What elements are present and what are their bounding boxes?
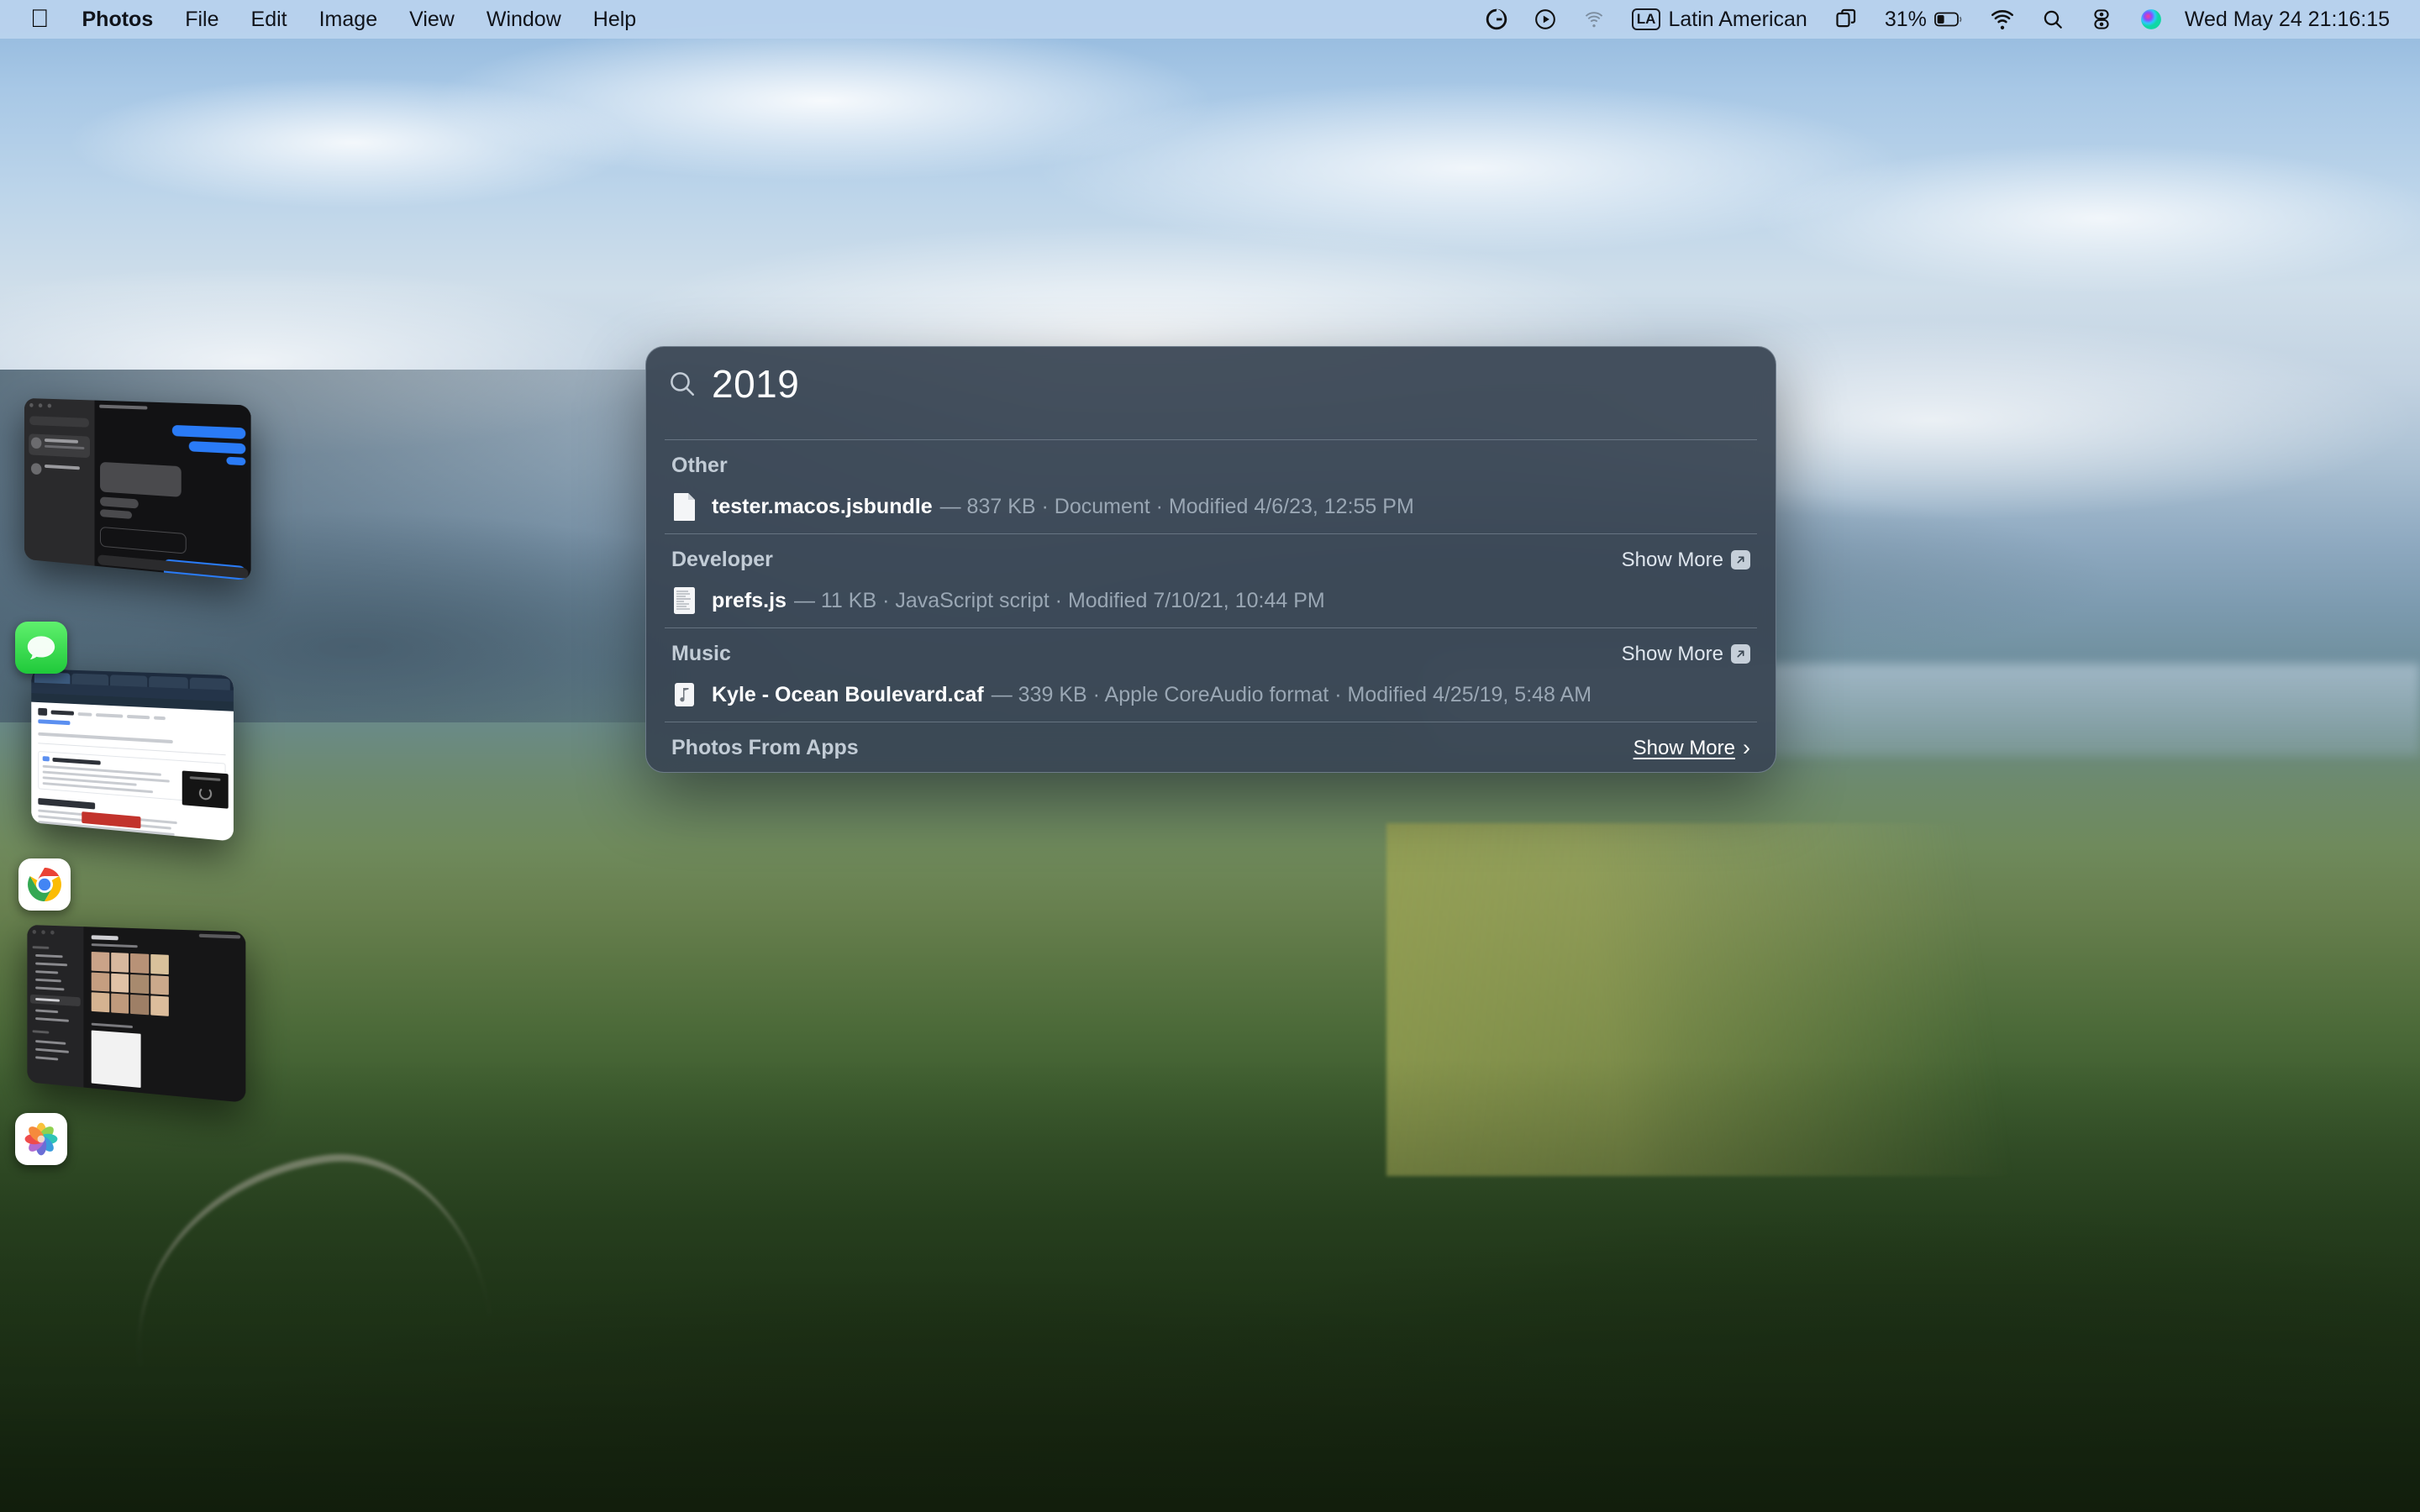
messages-conversation xyxy=(94,400,251,581)
photos-app-icon[interactable] xyxy=(15,1113,67,1165)
battery-percent-label: 31% xyxy=(1884,7,1927,31)
menu-item-image[interactable]: Image xyxy=(303,5,393,34)
siri-icon[interactable] xyxy=(2126,8,2176,31)
result-file-meta: — 339 KB · Apple CoreAudio format · Modi… xyxy=(991,682,1592,706)
menu-bar-app-menus:  Photos File Edit Image View Window Hel… xyxy=(18,5,652,34)
input-source-label: Latin American xyxy=(1668,7,1807,31)
section-header-photos-from-apps: Photos From Apps Show More › xyxy=(646,722,1776,769)
spotlight-search-input[interactable]: 2019 xyxy=(712,365,799,403)
play-circle-icon[interactable] xyxy=(1521,8,1570,30)
window-preview-photos[interactable] xyxy=(27,924,246,1103)
apple-menu-icon[interactable]:  xyxy=(18,7,66,32)
battery-status[interactable]: 31% xyxy=(1871,8,1976,32)
spotlight-search-row[interactable]: 2019 xyxy=(646,347,1776,421)
section-header-other: Other xyxy=(646,440,1776,486)
result-row-kyle-ocean-boulevard[interactable]: Kyle - Ocean Boulevard.caf — 339 KB · Ap… xyxy=(646,675,1776,722)
chevron-right-icon: › xyxy=(1743,735,1750,760)
result-row-prefs-js[interactable]: prefs.js — 11 KB · JavaScript script · M… xyxy=(646,580,1776,627)
search-icon xyxy=(671,372,695,396)
menu-item-view[interactable]: View xyxy=(393,5,471,34)
window-preview-chrome[interactable] xyxy=(31,669,234,842)
menu-item-file[interactable]: File xyxy=(169,5,234,34)
result-file-meta: — 11 KB · JavaScript script · Modified 7… xyxy=(793,588,1325,612)
audio-file-icon xyxy=(671,680,697,710)
input-source-indicator[interactable]: LA Latin American xyxy=(1618,8,1821,32)
section-header-music: Music Show More xyxy=(646,628,1776,675)
menu-bar-status-items: LA Latin American 31% Wed May 24 21:16:1… xyxy=(1472,8,2402,32)
airplay-audio-icon[interactable] xyxy=(1570,8,1618,30)
chrome-app-icon[interactable] xyxy=(18,858,71,911)
text-caret xyxy=(799,365,801,402)
spotlight-search-panel: 2019 Untitled — 1 KB · Document · Modifi… xyxy=(645,346,1776,773)
section-title: Developer xyxy=(671,548,773,571)
menu-item-window[interactable]: Window xyxy=(471,5,577,34)
menu-item-edit[interactable]: Edit xyxy=(235,5,303,34)
show-more-label: Show More xyxy=(1621,548,1723,571)
show-more-music[interactable]: Show More xyxy=(1622,643,1750,666)
photos-main-area xyxy=(83,927,246,1103)
messages-sidebar xyxy=(24,397,96,566)
spotlight-results-list[interactable]: Untitled — 1 KB · Document · Modified 1/… xyxy=(646,421,1776,772)
arrow-up-right-badge-icon xyxy=(1731,644,1750,664)
result-file-name: tester.macos.jsbundle xyxy=(712,494,933,518)
menu-item-photos[interactable]: Photos xyxy=(66,5,170,34)
section-header-developer: Developer Show More xyxy=(646,534,1776,580)
arrow-up-right-badge-icon xyxy=(1731,550,1750,570)
spotlight-search-icon[interactable] xyxy=(2028,8,2077,30)
desktop-screen:  Photos File Edit Image View Window Hel… xyxy=(0,0,2420,1512)
photos-sidebar xyxy=(27,924,85,1088)
result-file-meta: — 837 KB · Document · Modified 4/6/23, 1… xyxy=(939,494,1414,518)
control-center-icon[interactable] xyxy=(2077,8,2126,30)
show-more-label: Show More xyxy=(1633,736,1735,759)
photo-thumbnail-strip[interactable]: FACULTAD DE DERECHO TRICENTENARIA UNIVER… xyxy=(646,769,1776,772)
window-preview-messages[interactable] xyxy=(24,397,251,581)
wifi-icon[interactable] xyxy=(1976,9,2028,29)
menu-item-help[interactable]: Help xyxy=(577,5,652,34)
keyboard-layout-badge: LA xyxy=(1631,8,1661,30)
grammarly-icon[interactable] xyxy=(1472,8,1521,30)
messages-app-icon[interactable] xyxy=(15,622,67,674)
battery-icon xyxy=(1933,12,1962,27)
section-title: Photos From Apps xyxy=(671,736,859,759)
result-file-name: prefs.js xyxy=(712,588,786,612)
section-title: Other xyxy=(671,454,728,477)
show-more-photos-from-apps[interactable]: Show More › xyxy=(1634,737,1750,760)
result-file-name: Kyle - Ocean Boulevard.caf xyxy=(712,682,984,706)
menu-bar-clock[interactable]: Wed May 24 21:16:15 xyxy=(2176,8,2402,32)
clipped-result-row[interactable]: Untitled — 1 KB · Document · Modified 1/… xyxy=(646,421,1776,439)
result-row-tester-macos-jsbundle[interactable]: tester.macos.jsbundle — 837 KB · Documen… xyxy=(646,486,1776,533)
javascript-file-icon xyxy=(671,585,697,616)
menu-bar:  Photos File Edit Image View Window Hel… xyxy=(0,0,2420,39)
section-title: Music xyxy=(671,642,731,665)
show-more-developer[interactable]: Show More xyxy=(1622,549,1750,572)
chrome-page-content xyxy=(31,701,234,842)
wallpaper-foreground-foliage xyxy=(0,1058,2420,1512)
screen-mirroring-icon[interactable] xyxy=(1821,8,1871,31)
document-file-icon xyxy=(671,491,697,522)
show-more-label: Show More xyxy=(1621,642,1723,665)
